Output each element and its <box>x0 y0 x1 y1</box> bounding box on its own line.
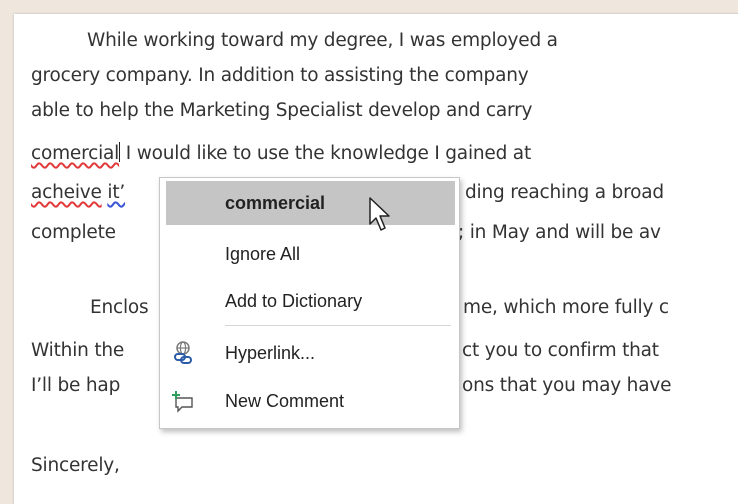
new-comment-icon <box>172 391 193 413</box>
closing-line[interactable]: Sincerely, <box>31 455 120 476</box>
doc-line-9[interactable]: I’ll be hap <box>31 375 120 396</box>
doc-line-6[interactable]: complete <box>31 222 116 243</box>
doc-line-7[interactable]: Enclos <box>90 297 149 318</box>
doc-line-8-right[interactable]: ct you to confirm that <box>462 340 659 361</box>
doc-line-7-right[interactable]: me, which more fully c <box>463 297 669 318</box>
doc-line-5[interactable]: acheive it’ <box>31 182 125 203</box>
suggestion-commercial[interactable]: commercial <box>166 181 455 225</box>
spelling-context-menu: commercial Ignore All Add to Dictionary … <box>159 177 460 429</box>
hyperlink-item[interactable]: Hyperlink... <box>160 331 459 375</box>
doc-line-5-right[interactable]: ding reaching a broad <box>465 182 664 203</box>
doc-line-8[interactable]: Within the <box>31 340 124 361</box>
misspelled-word[interactable]: comercial <box>31 143 119 164</box>
doc-line-3[interactable]: able to help the Marketing Specialist de… <box>31 100 532 121</box>
misspelled-word-2[interactable]: acheive <box>31 182 102 203</box>
doc-line-9-right[interactable]: ons that you may have <box>462 375 671 396</box>
ignore-all-item[interactable]: Ignore All <box>160 232 459 276</box>
doc-line-4[interactable]: comercial I would like to use the knowle… <box>31 142 531 164</box>
doc-line-2[interactable]: grocery company. In addition to assistin… <box>31 65 529 86</box>
doc-line-1[interactable]: While working toward my degree, I was em… <box>31 30 558 51</box>
menu-separator <box>225 325 451 326</box>
mouse-pointer-icon <box>369 197 390 231</box>
grammar-flag[interactable]: it’ <box>107 182 125 203</box>
add-to-dictionary-item[interactable]: Add to Dictionary <box>160 279 459 323</box>
doc-line-6-right[interactable]: ; in May and will be av <box>458 222 661 243</box>
new-comment-item[interactable]: New Comment <box>160 379 459 423</box>
hyperlink-icon <box>174 341 192 364</box>
